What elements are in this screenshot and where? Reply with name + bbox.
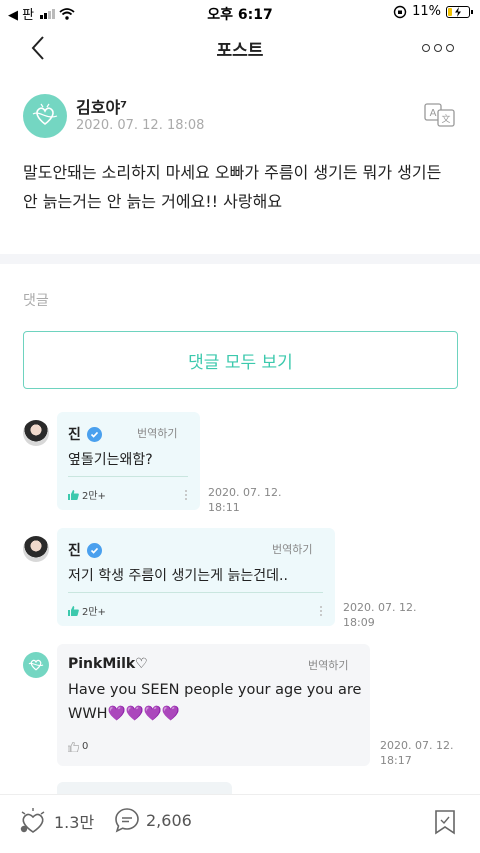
post-date: 2020. 07. 12. 18:08 [76,118,205,133]
comment-text: 옆돌기는왜함? [68,452,153,468]
status-bar: ◀ 판 오후 6:17 11% [0,0,480,26]
comment-date: 2020. 07. 12. 18:09 [343,601,417,629]
battery-fill [448,7,452,16]
thumbs-up-icon [68,741,79,752]
like-count: 2만+ [82,607,106,618]
verified-check-icon [86,426,102,442]
commenter-name[interactable]: 진 [68,540,81,560]
like-count: 2만+ [82,491,106,502]
like-button[interactable]: 0 [68,741,88,752]
like-button[interactable]: 2만+ [68,603,106,618]
commenter-name[interactable]: 진 [68,424,81,444]
post-author-avatar[interactable] [23,94,67,138]
commenter-avatar[interactable] [23,420,49,446]
view-all-comments-button[interactable]: 댓글 모두 보기 [23,331,458,389]
comment-bubble-icon [115,808,139,833]
post-comment-count: 2,606 [146,810,192,830]
battery-icon [446,5,473,18]
next-comment-peek [57,782,232,794]
translate-icon[interactable]: A 文 [424,102,456,128]
comment-bubble: PinkMilk♡ 번역하기 Have you SEEN people your… [57,644,370,766]
svg-text:A: A [430,108,437,119]
translate-link[interactable]: 번역하기 [308,657,348,673]
like-count: 0 [82,741,89,752]
ribbon-heart-icon [28,659,44,671]
bookmark-icon[interactable] [434,809,456,835]
more-horizontal-icon[interactable] [422,44,454,52]
orientation-lock-icon [393,5,407,18]
commenter-name-row: PinkMilk♡ [68,656,148,672]
post-body: 말도안돼는 소리하지 마세요 오빠가 주름이 생기든 뭐가 생기든 안 늙는거는… [23,163,442,211]
comment-date: 2020. 07. 12. 18:11 [208,486,282,514]
thumbs-up-icon [68,489,79,500]
commenter-name[interactable]: PinkMilk♡ [68,656,148,672]
page-title: 포스트 [216,41,264,61]
section-divider [0,254,480,264]
ribbon-heart-icon [32,103,58,126]
translate-link[interactable]: 번역하기 [137,425,177,441]
post-comment-button[interactable]: 2,606 [114,807,192,833]
verified-check-icon [86,542,102,558]
battery-percent: 11% [412,4,441,19]
comment-more-icon[interactable] [320,606,322,616]
commenter-avatar[interactable] [23,536,49,562]
bottom-action-bar: 1.3만 2,606 [0,794,480,853]
comment-more-icon[interactable] [185,490,187,500]
status-right: 11% [393,4,473,19]
comment-separator [68,476,188,477]
translate-link[interactable]: 번역하기 [272,541,312,557]
comment-bubble: 진 번역하기 옆돌기는왜함? 2만+ [57,412,200,510]
comment-separator [68,592,323,593]
comment-date: 2020. 07. 12. 18:17 [380,739,454,767]
commenter-avatar[interactable] [23,652,49,678]
commenter-name-row: 진 [68,424,102,444]
like-button[interactable]: 2만+ [68,487,106,502]
comment-text: 저기 학생 주름이 생기는게 늙는건데.. [68,568,288,584]
comments-label: 댓글 [23,293,49,309]
comment-text: Have you SEEN people your age you are WW… [68,682,362,722]
purple-heart-emojis: 💜💜💜💜 [107,706,180,722]
heart-bubble-icon [20,808,45,833]
post-author-name[interactable]: 김호야⁷ [76,94,127,118]
commenter-name-row: 진 [68,540,102,560]
thumbs-up-icon [68,605,79,616]
nav-bar: 포스트 [0,26,480,70]
comment-bubble: 진 번역하기 저기 학생 주름이 생기는게 늙는건데.. 2만+ [57,528,335,626]
post-like-count: 1.3만 [54,813,95,832]
post-like-button[interactable]: 1.3만 [18,807,94,835]
charging-icon [455,6,461,17]
svg-text:文: 文 [441,113,450,125]
